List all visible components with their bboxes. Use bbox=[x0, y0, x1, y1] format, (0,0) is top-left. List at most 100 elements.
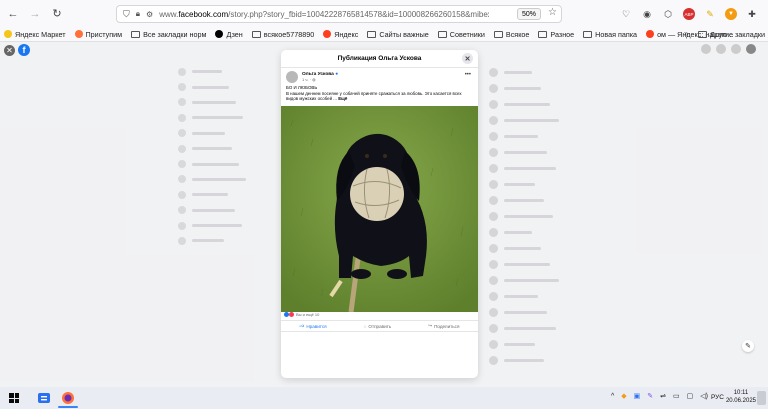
contact-item[interactable] bbox=[489, 128, 599, 144]
bookmark-label: Все закладки норм bbox=[143, 29, 207, 39]
adblock-icon[interactable]: ABP bbox=[683, 8, 695, 20]
contact-item[interactable] bbox=[489, 304, 599, 320]
contact-item[interactable] bbox=[489, 272, 599, 288]
close-icon[interactable]: ✕ bbox=[4, 45, 15, 56]
contact-item[interactable] bbox=[489, 160, 599, 176]
sidebar-item[interactable] bbox=[178, 187, 268, 202]
contact-item[interactable] bbox=[489, 256, 599, 272]
contact-item[interactable] bbox=[489, 240, 599, 256]
notifications-icon[interactable] bbox=[731, 44, 741, 54]
sidebar-item[interactable] bbox=[178, 141, 268, 156]
bookmark-item[interactable]: Советники bbox=[437, 30, 485, 39]
bookmark-item[interactable]: Яндекс bbox=[323, 30, 358, 39]
bookmarks-overflow-icon[interactable]: » bbox=[684, 29, 688, 38]
permissions-icon[interactable]: ⚙ bbox=[146, 10, 153, 19]
other-bookmarks[interactable]: Другие закладки bbox=[698, 30, 765, 39]
menu-grid-icon[interactable] bbox=[701, 44, 711, 54]
sidebar-item[interactable] bbox=[178, 156, 268, 171]
contact-item[interactable] bbox=[489, 352, 599, 368]
url-bar[interactable]: ⛉ 🔒︎ ⚙ www.facebook.com/story.php?story_… bbox=[116, 5, 562, 23]
sidebar-item[interactable] bbox=[178, 79, 268, 94]
forward-icon[interactable]: → bbox=[28, 7, 42, 21]
contact-item[interactable] bbox=[489, 80, 599, 96]
vpn-tray-icon[interactable]: ◆ bbox=[621, 392, 626, 400]
post-photo[interactable] bbox=[281, 106, 478, 312]
contact-item[interactable] bbox=[489, 208, 599, 224]
modal-close-button[interactable]: ✕ bbox=[462, 53, 473, 64]
share-button[interactable]: ↪ Поделиться bbox=[428, 323, 459, 329]
reload-icon[interactable]: ↻ bbox=[50, 7, 64, 21]
bookmark-item[interactable]: Новая папка bbox=[583, 30, 637, 39]
sidebar-item[interactable] bbox=[178, 64, 268, 79]
facebook-logo-icon[interactable]: f bbox=[18, 44, 30, 56]
pen-icon[interactable]: ✎ bbox=[647, 392, 653, 400]
taskbar-app-icon[interactable] bbox=[36, 390, 52, 406]
lock-icon[interactable]: 🔒︎ bbox=[136, 9, 140, 19]
notification-center-icon[interactable] bbox=[757, 391, 766, 405]
url-text[interactable]: www.facebook.com/story.php?story_fbid=10… bbox=[159, 10, 489, 19]
bookmark-item[interactable]: Дзен bbox=[215, 30, 243, 39]
author-avatar[interactable] bbox=[286, 71, 298, 83]
zoom-badge[interactable]: 50% bbox=[516, 8, 541, 20]
extensions-icon[interactable]: ⬡ bbox=[662, 8, 674, 20]
messenger-icon[interactable] bbox=[716, 44, 726, 54]
contact-item[interactable] bbox=[489, 144, 599, 160]
account-icon[interactable]: ◉ bbox=[641, 8, 653, 20]
show-hidden-icons-icon[interactable]: ^ bbox=[611, 393, 614, 400]
post-time[interactable]: 1 ч. · ◍ bbox=[302, 77, 338, 82]
windows-start-icon[interactable] bbox=[9, 393, 19, 403]
bookmark-star-icon[interactable]: ☆ bbox=[548, 7, 557, 18]
contact-item[interactable] bbox=[489, 64, 599, 80]
usb-icon[interactable]: ⇌ bbox=[660, 392, 666, 400]
battery-icon[interactable]: ▭ bbox=[673, 392, 680, 400]
paint-icon[interactable]: ✎ bbox=[704, 8, 716, 20]
contact-item[interactable] bbox=[489, 96, 599, 112]
contact-item[interactable] bbox=[489, 320, 599, 336]
sidebar-item[interactable] bbox=[178, 110, 268, 125]
contact-item[interactable] bbox=[489, 176, 599, 192]
bookmark-item[interactable]: Приступим bbox=[74, 30, 122, 39]
new-message-button[interactable]: ✎ bbox=[742, 340, 754, 352]
contact-item[interactable] bbox=[489, 336, 599, 352]
bookmark-item[interactable]: Разное bbox=[538, 30, 574, 39]
contact-item[interactable] bbox=[489, 192, 599, 208]
pocket-icon[interactable]: ♡ bbox=[620, 8, 632, 20]
more-options-icon[interactable]: ••• bbox=[465, 72, 471, 78]
back-icon[interactable]: ← bbox=[6, 7, 20, 21]
profile-avatar[interactable] bbox=[746, 44, 756, 54]
puzzle-icon[interactable]: ✚ bbox=[746, 8, 758, 20]
see-more-link[interactable]: Ещё bbox=[338, 96, 347, 101]
sidebar-item[interactable] bbox=[178, 95, 268, 110]
folder-icon bbox=[251, 30, 261, 38]
sidebar-item[interactable] bbox=[178, 233, 268, 248]
contact-item[interactable] bbox=[489, 224, 599, 240]
bookmark-item[interactable]: Яндекс Маркет bbox=[4, 30, 66, 39]
shield-icon[interactable]: ⛉ bbox=[123, 9, 130, 20]
sidebar-item[interactable] bbox=[178, 203, 268, 218]
language-indicator[interactable]: РУС bbox=[711, 394, 724, 401]
snip-tool-icon[interactable]: ▣ bbox=[634, 392, 641, 400]
bookmark-item[interactable]: Всякое bbox=[493, 30, 529, 39]
like-button[interactable]: 👍︎ Нравится bbox=[300, 323, 327, 329]
bookmark-item[interactable]: всякое5778890 bbox=[251, 30, 314, 39]
sidebar-item[interactable] bbox=[178, 172, 268, 187]
firefox-icon[interactable] bbox=[60, 390, 76, 406]
contact-name bbox=[504, 278, 559, 282]
bookmark-item[interactable]: Все закладки норм bbox=[131, 30, 206, 39]
yandex-icon bbox=[323, 30, 332, 38]
network-icon[interactable]: ▢ bbox=[687, 392, 694, 400]
like-icon: 👍︎ bbox=[299, 323, 305, 328]
send-button[interactable]: ◌ Отправить bbox=[364, 324, 392, 329]
contact-avatar bbox=[489, 131, 498, 141]
bookmark-label: Яндекс bbox=[334, 29, 359, 39]
sidebar-item[interactable] bbox=[178, 218, 268, 233]
reactions-summary[interactable]: Вы и ещё 10 bbox=[284, 312, 319, 317]
volume-icon[interactable]: ◁) bbox=[700, 392, 708, 400]
sidebar-item[interactable] bbox=[178, 126, 268, 141]
contact-item[interactable] bbox=[489, 288, 599, 304]
clock[interactable]: 10:11 20.06.2025 bbox=[726, 390, 756, 405]
contact-item[interactable] bbox=[489, 112, 599, 128]
vpn-icon[interactable]: ▼ bbox=[725, 8, 737, 20]
share-icon: ↪ bbox=[428, 323, 433, 328]
bookmark-item[interactable]: Сайты важные bbox=[367, 30, 429, 39]
